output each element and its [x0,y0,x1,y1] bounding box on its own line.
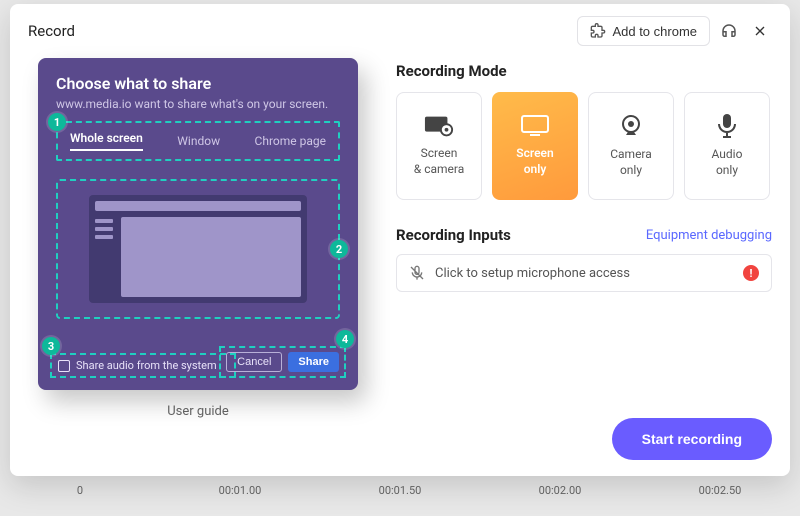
tab-window[interactable]: Window [177,134,220,148]
share-audio-checkbox[interactable] [58,360,70,372]
topbar-right: Add to chrome [577,16,772,46]
mode-label-l1: Screen [516,146,553,160]
share-audio-row[interactable]: 3 Share audio from the system [50,353,236,378]
step-marker-2: 2 [330,240,348,258]
microphone-setup-text: Click to setup microphone access [435,266,630,281]
add-to-chrome-button[interactable]: Add to chrome [577,16,710,46]
timeline-tick: 00:02.50 [640,484,800,497]
screen-preview-icon [89,195,307,304]
mode-label-l2: & camera [414,162,465,176]
mode-label-l2: only [716,163,738,177]
modal-title: Record [28,22,75,40]
timeline-tick: 00:01.50 [320,484,480,497]
mode-label-l1: Camera [610,147,652,161]
screen-icon [520,114,550,138]
add-to-chrome-label: Add to chrome [612,24,697,39]
mode-audio-only[interactable]: Audio only [684,92,770,200]
puzzle-icon [590,23,606,39]
tab-chrome-page[interactable]: Chrome page [255,134,326,148]
tab-whole-screen[interactable]: Whole screen [70,131,143,151]
recording-inputs-heading: Recording Inputs [396,226,511,244]
cancel-button[interactable]: Cancel [226,352,282,372]
right-panel: Recording Mode Screen & camera Screen only [396,58,772,419]
user-guide-label: User guide [167,404,229,419]
mode-label-l1: Audio [712,147,743,161]
mode-label-l2: only [524,162,547,176]
headset-icon[interactable] [720,22,738,40]
recording-inputs-header: Recording Inputs Equipment debugging [396,226,772,244]
share-card-title: Choose what to share [56,74,340,93]
mode-screen-only[interactable]: Screen only [492,92,578,200]
start-recording-button[interactable]: Start recording [612,418,772,460]
microphone-icon [716,113,738,139]
share-card: Choose what to share www.media.io want t… [38,58,358,390]
mode-label-l2: only [620,163,642,177]
record-modal: Record Add to chrome Choose what to shar… [10,4,790,476]
timeline-ruler: 0 00:01.00 00:01.50 00:02.00 00:02.50 [0,484,800,514]
step-marker-1: 1 [48,113,66,131]
warning-icon: ! [743,265,759,281]
step-marker-3: 3 [42,337,60,355]
mode-screen-camera[interactable]: Screen & camera [396,92,482,200]
close-icon[interactable] [748,19,772,43]
timeline-tick: 0 [0,484,160,497]
webcam-icon [618,113,644,139]
mode-label-l1: Screen [421,146,458,160]
timeline-tick: 00:01.00 [160,484,320,497]
microphone-setup-row[interactable]: Click to setup microphone access ! [396,254,772,292]
left-panel: Choose what to share www.media.io want t… [28,58,368,419]
share-button[interactable]: Share [288,352,339,372]
equipment-debugging-link[interactable]: Equipment debugging [646,228,772,243]
share-audio-label: Share audio from the system [76,359,217,372]
share-actions: 4 Cancel Share [219,346,346,378]
share-card-subtitle: www.media.io want to share what's on you… [56,97,340,111]
timeline-tick: 00:02.00 [480,484,640,497]
microphone-muted-icon [409,265,425,281]
share-tabs-row: 1 Whole screen Window Chrome page [56,121,340,161]
mode-camera-only[interactable]: Camera only [588,92,674,200]
recording-mode-options: Screen & camera Screen only Camera only [396,92,772,200]
share-preview-area[interactable]: 2 [56,179,340,319]
step-marker-4: 4 [336,330,354,348]
screen-camera-icon [424,114,454,138]
modal-topbar: Record Add to chrome [28,14,772,52]
recording-mode-heading: Recording Mode [396,62,772,80]
modal-main: Choose what to share www.media.io want t… [28,58,772,419]
